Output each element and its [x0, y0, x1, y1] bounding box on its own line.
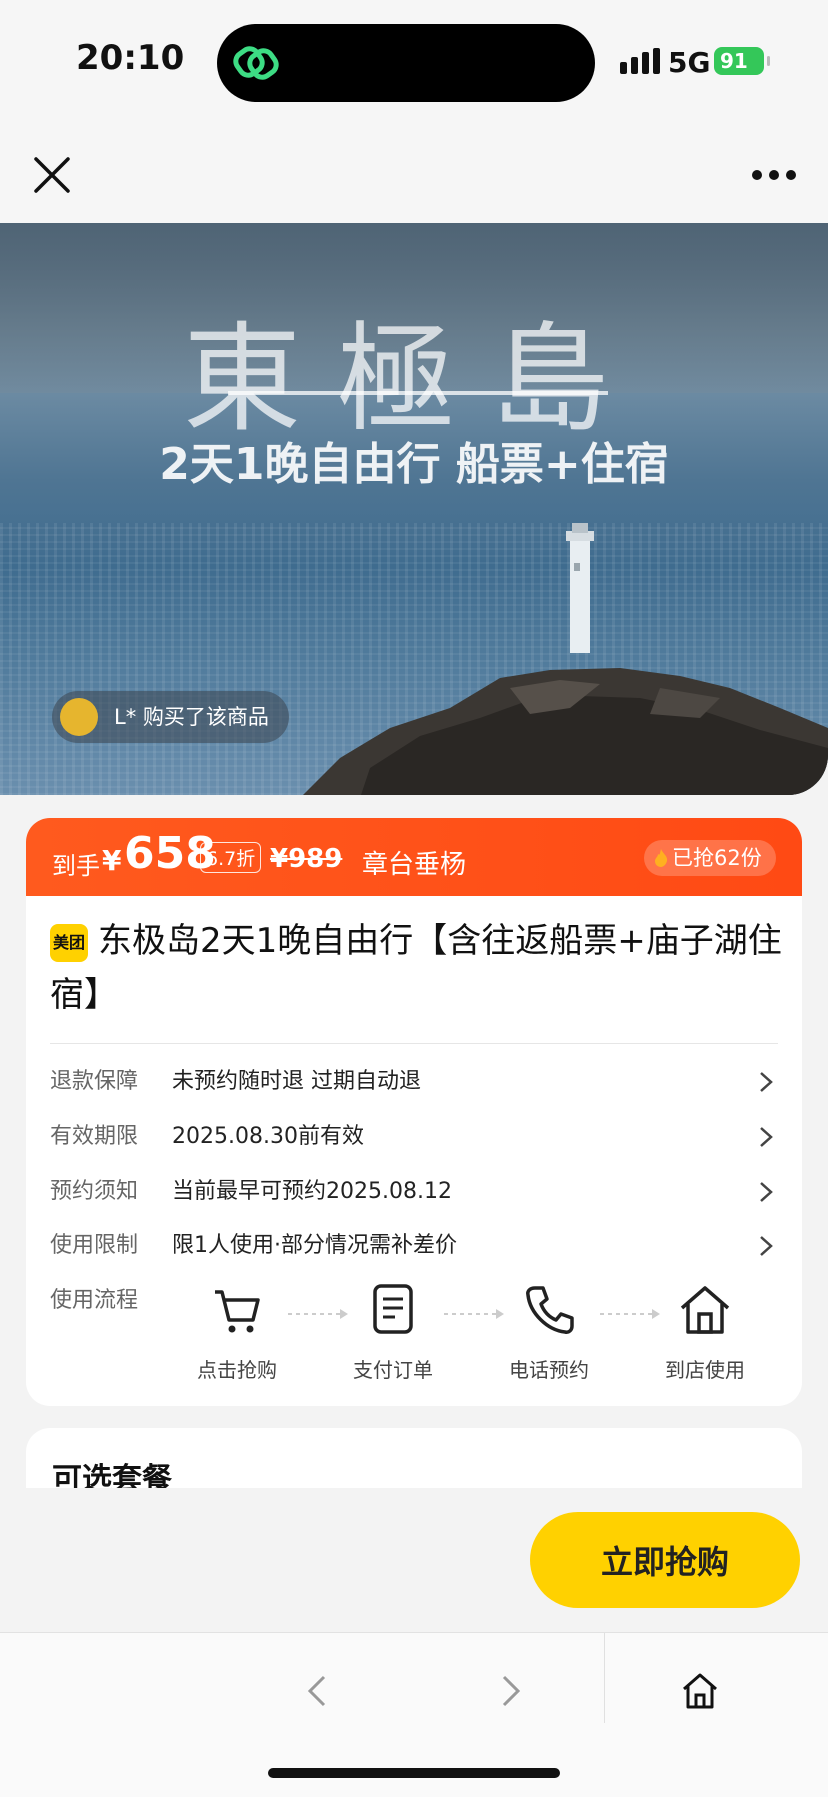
merchant-name: 章台垂杨: [362, 850, 467, 880]
info-label: 有效期限: [50, 1124, 139, 1149]
flow-step-label: 支付订单: [353, 1358, 433, 1382]
chevron-right-icon: [760, 1182, 773, 1202]
fire-icon: [655, 849, 668, 867]
forward-arrow-icon[interactable]: [492, 1673, 528, 1709]
chevron-right-icon: [760, 1072, 773, 1092]
info-value: 未预约随时退 过期自动退: [172, 1069, 421, 1094]
back-arrow-icon[interactable]: [300, 1673, 336, 1709]
flow-step-label: 点击抢购: [197, 1358, 277, 1382]
flow-step-pay: 支付订单: [328, 1282, 458, 1383]
signal-icon: [620, 48, 660, 74]
flow-step-call: 电话预约: [484, 1282, 614, 1383]
nav-bar: [0, 125, 828, 225]
info-row-refund[interactable]: 退款保障 未预约随时退 过期自动退: [50, 1062, 778, 1102]
info-label: 退款保障: [50, 1069, 139, 1094]
flow-step-label: 电话预约: [509, 1358, 589, 1382]
flow-step-label: 到店使用: [665, 1358, 745, 1382]
product-card: 东极岛2天1晚自由行【含往返船票+庙子湖住宿】 美团 退款保障 未预约随时退 过…: [26, 896, 802, 1406]
home-icon[interactable]: [680, 1671, 720, 1711]
flow-step-store: 到店使用: [640, 1282, 770, 1383]
original-price: ¥989: [270, 844, 343, 874]
more-icon[interactable]: [750, 163, 798, 187]
discount-badge: 6.7折: [200, 842, 262, 873]
toolbar-divider: [604, 1633, 605, 1723]
buyer-notice: L* 购买了该商品: [52, 691, 289, 743]
phone-icon: [526, 1286, 574, 1334]
network-type: 5G: [668, 46, 711, 79]
info-value: 限1人使用·部分情况需补差价: [172, 1233, 457, 1258]
cart-icon: [215, 1290, 260, 1333]
price-label: 到手: [52, 852, 100, 880]
home-indicator: [268, 1768, 560, 1778]
flow-label: 使用流程: [50, 1288, 139, 1313]
divider: [50, 1043, 778, 1044]
product-title: 东极岛2天1晚自由行【含往返船票+庙子湖住宿】: [50, 921, 782, 1015]
buy-area: 立即抢购: [0, 1488, 828, 1632]
hero-banner[interactable]: 東極島 2天1晚自由行 船票+住宿 L* 购买了该商品: [0, 223, 828, 795]
buyer-notice-text: L* 购买了该商品: [114, 705, 269, 729]
order-document-icon: [373, 1284, 413, 1334]
price-currency: ¥: [102, 844, 122, 877]
brand-badge: 美团: [50, 924, 88, 962]
dynamic-island: [217, 24, 595, 102]
info-row-restriction[interactable]: 使用限制 限1人使用·部分情况需补差价: [50, 1226, 778, 1266]
status-time: 20:10: [76, 38, 185, 78]
close-icon[interactable]: [30, 153, 74, 197]
info-label: 预约须知: [50, 1179, 139, 1204]
info-value: 当前最早可预约2025.08.12: [172, 1179, 452, 1204]
options-card: 可选套餐: [26, 1428, 802, 1497]
info-row-validity[interactable]: 有效期限 2025.08.30前有效: [50, 1117, 778, 1157]
chevron-right-icon: [760, 1127, 773, 1147]
sold-count-text: 已抢62份: [672, 846, 762, 870]
price-banner: 到手 ¥ 658 6.7折 ¥989 章台垂杨 已抢62份: [26, 818, 802, 896]
info-row-booking[interactable]: 预约须知 当前最早可预约2025.08.12: [50, 1172, 778, 1212]
chevron-right-icon: [760, 1236, 773, 1256]
link-rings-icon: [233, 46, 279, 80]
browser-toolbar: [0, 1632, 828, 1797]
info-label: 使用限制: [50, 1233, 139, 1258]
info-value: 2025.08.30前有效: [172, 1124, 364, 1149]
hero-divider: [228, 391, 608, 395]
store-home-icon: [680, 1286, 730, 1334]
hero-subtitle: 2天1晚自由行 船票+住宿: [159, 439, 669, 490]
flow-step-buy: 点击抢购: [172, 1282, 302, 1383]
sold-count-badge: 已抢62份: [644, 840, 776, 876]
buy-now-button[interactable]: 立即抢购: [530, 1512, 800, 1608]
status-bar: 20:10 5G 91: [0, 0, 828, 125]
battery-indicator: 91: [714, 47, 770, 75]
avatar: [60, 698, 98, 736]
rock-island-image: [303, 668, 828, 795]
